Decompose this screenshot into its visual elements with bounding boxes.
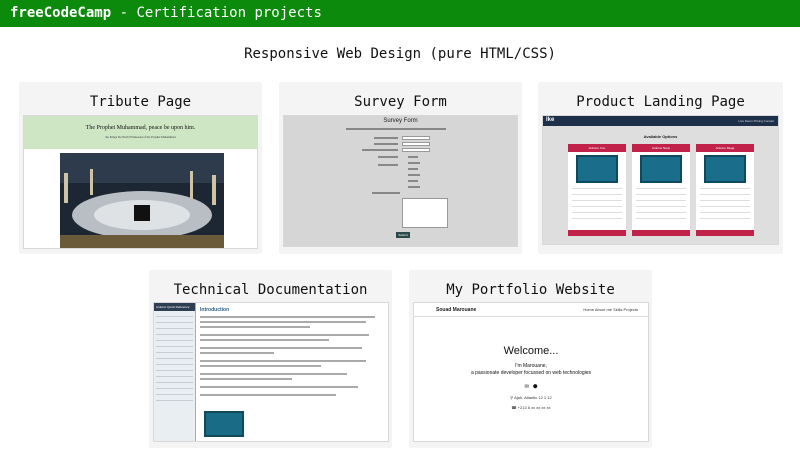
product-preview-logo: Ike xyxy=(546,117,555,123)
card-title: Technical Documentation xyxy=(173,282,368,298)
portfolio-preview-location: Ajah, Atlantic 12 1 12 xyxy=(514,395,552,400)
brand-name[interactable]: freeCodeCamp xyxy=(10,5,111,21)
portfolio-preview-welcome: Welcome... xyxy=(503,345,559,357)
survey-preview-line xyxy=(408,156,418,158)
top-header: freeCodeCamp - Certification projects xyxy=(0,0,800,27)
product-preview-navbar: Ike Live Demo Pricing Contact xyxy=(543,116,778,126)
project-card-product[interactable]: Product Landing Page Ike Live Demo Prici… xyxy=(538,82,783,254)
product-option-card: Arduino Uno xyxy=(568,144,626,236)
survey-preview-line xyxy=(362,149,398,151)
card-title: Survey Form xyxy=(354,94,447,110)
portfolio-preview-social: ✉ ● xyxy=(414,382,648,390)
survey-preview-field xyxy=(402,136,430,140)
header-subtitle: - Certification projects xyxy=(111,5,322,21)
survey-preview-line xyxy=(374,137,398,139)
project-thumbnail[interactable]: Arduino Quick Reference Introduction xyxy=(153,302,389,442)
project-thumbnail[interactable]: The Prophet Muhammad, peace be upon him.… xyxy=(23,115,258,249)
envelope-icon: ✉ xyxy=(524,382,529,390)
survey-preview-field xyxy=(402,142,430,146)
project-card-survey[interactable]: Survey Form Survey Form Submit xyxy=(279,82,522,254)
portfolio-preview-name: I'm Marouane, xyxy=(515,363,547,369)
portfolio-preview-nav: Home About me Skills Projects xyxy=(583,307,638,312)
survey-preview-textarea xyxy=(402,198,448,228)
techdoc-preview-sidebar: Arduino Quick Reference xyxy=(154,303,196,441)
portfolio-preview-tagline: a passionate developer focussed on web t… xyxy=(470,370,592,376)
product-option-name: Arduino Nano xyxy=(632,144,690,152)
tribute-preview-heading: The Prophet Muhammad, peace be upon him. xyxy=(85,125,196,131)
github-icon: ● xyxy=(533,382,538,390)
survey-preview-line xyxy=(372,192,400,194)
project-card-techdoc[interactable]: Technical Documentation Arduino Quick Re… xyxy=(149,270,392,448)
survey-preview-line xyxy=(378,156,398,158)
portfolio-preview-logo: Souad Marouane xyxy=(436,307,477,313)
techdoc-preview-nav-heading: Arduino Quick Reference xyxy=(154,303,195,311)
project-card-portfolio[interactable]: My Portfolio Website Souad Marouane Home… xyxy=(409,270,652,448)
portfolio-preview-phone: +213 6 xx xx xx xx xyxy=(517,405,551,410)
arduino-board-image xyxy=(204,411,244,437)
arduino-board-image xyxy=(576,155,618,183)
tribute-preview-subheading: the things the World Witnessed of the Pr… xyxy=(105,135,176,139)
product-option-name: Arduino Mega xyxy=(696,144,754,152)
product-preview-body: Available Options Arduino Uno Arduino Na… xyxy=(543,126,778,244)
card-title: Tribute Page xyxy=(89,94,192,110)
product-option-card: Arduino Mega xyxy=(696,144,754,236)
product-option-card: Arduino Nano xyxy=(632,144,690,236)
card-title: My Portfolio Website xyxy=(446,282,615,298)
survey-preview-line xyxy=(408,180,418,182)
survey-preview-submit: Submit xyxy=(396,232,410,238)
survey-preview-line xyxy=(346,128,446,130)
portfolio-preview-navbar: Souad Marouane Home About me Skills Proj… xyxy=(414,303,648,317)
survey-preview-line xyxy=(408,174,420,176)
survey-preview-line xyxy=(374,143,398,145)
card-title: Product Landing Page xyxy=(576,94,745,110)
techdoc-preview-heading: Introduction xyxy=(200,307,230,313)
survey-preview-line xyxy=(408,162,420,164)
survey-preview-line xyxy=(408,186,420,188)
project-card-tribute[interactable]: Tribute Page The Prophet Muhammad, peace… xyxy=(19,82,262,254)
phone-icon: ☎ xyxy=(511,405,517,410)
tribute-preview-header: The Prophet Muhammad, peace be upon him.… xyxy=(24,116,257,149)
mosque-image xyxy=(60,153,224,248)
survey-preview-line xyxy=(378,164,398,166)
survey-preview-heading: Survey Form xyxy=(383,118,418,124)
product-preview-heading: Available Options xyxy=(643,134,678,139)
survey-preview-field xyxy=(402,148,430,152)
arduino-board-image xyxy=(704,155,746,183)
project-thumbnail[interactable]: Ike Live Demo Pricing Contact Available … xyxy=(542,115,779,245)
project-thumbnail[interactable]: Survey Form Submit xyxy=(283,115,518,247)
product-preview-nav: Live Demo Pricing Contact xyxy=(738,119,774,123)
survey-preview-line xyxy=(408,168,418,170)
project-thumbnail[interactable]: Souad Marouane Home About me Skills Proj… xyxy=(413,302,649,442)
map-pin-icon: ⚲ xyxy=(510,395,514,400)
arduino-board-image xyxy=(640,155,682,183)
product-option-name: Arduino Uno xyxy=(568,144,626,152)
section-title: Responsive Web Design (pure HTML/CSS) xyxy=(244,46,556,62)
